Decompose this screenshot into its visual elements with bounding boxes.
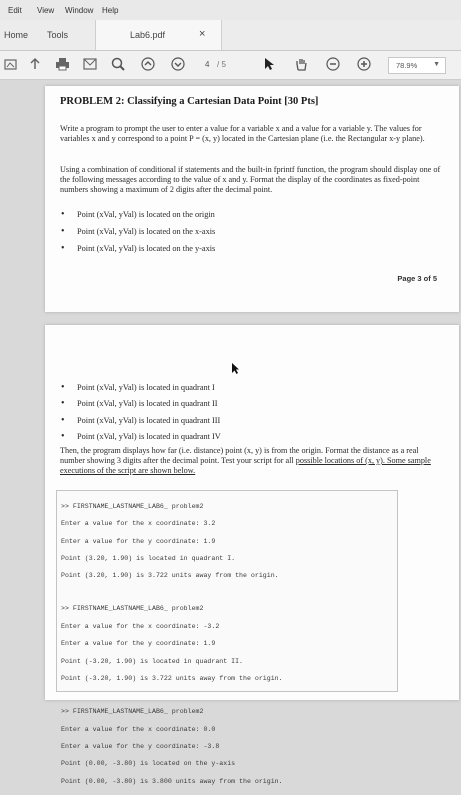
zoom-value: 78.9%: [396, 61, 418, 70]
terminal-line: Point (0.00, -3.80) is located on the y-…: [61, 760, 236, 768]
chevron-down-icon: ▼: [433, 61, 440, 68]
search-icon[interactable]: [110, 56, 126, 72]
select-cursor-icon[interactable]: [261, 56, 277, 72]
page-total: / 5: [217, 60, 226, 69]
tab-document[interactable]: Lab6.pdf ×: [95, 20, 222, 50]
menu-window[interactable]: Window: [65, 6, 93, 15]
tab-home[interactable]: Home: [4, 30, 28, 40]
zoom-in-icon[interactable]: [356, 56, 372, 72]
terminal-line: >> FIRSTNAME_LASTNAME_LAB6_ problem2: [61, 708, 204, 716]
terminal-line: >> FIRSTNAME_LASTNAME_LAB6_ problem2: [61, 502, 204, 510]
terminal-line: Enter a value for the y coordinate: 1.9: [61, 537, 216, 545]
toolbar: 4 / 5 78.9% ▼: [0, 51, 461, 80]
terminal-line: Enter a value for the x coordinate: 3.2: [61, 520, 216, 528]
terminal-line: Point (3.20, 1.90) is located in quadran…: [61, 554, 236, 562]
bullet-y-axis: Point (xVal, yVal) is located on the y-a…: [61, 243, 215, 254]
terminal-line: >> FIRSTNAME_LASTNAME_LAB6_ problem2: [61, 605, 204, 613]
bullet-origin: Point (xVal, yVal) is located on the ori…: [61, 209, 215, 220]
zoom-select[interactable]: 78.9% ▼: [388, 57, 446, 74]
upload-icon[interactable]: [27, 56, 43, 72]
cursor-arrow-icon: [231, 362, 240, 380]
terminal-line: Enter a value for the x coordinate: -3.2: [61, 622, 220, 630]
print-icon[interactable]: [54, 56, 70, 72]
tab-document-title: Lab6.pdf: [130, 30, 166, 40]
problem-paragraph-2: Using a combination of conditional if st…: [60, 165, 441, 194]
problem-title: PROBLEM 2: Classifying a Cartesian Data …: [60, 96, 319, 107]
next-page-icon[interactable]: [170, 56, 186, 72]
terminal-line: Enter a value for the y coordinate: 1.9: [61, 640, 216, 648]
hand-tool-icon[interactable]: [293, 56, 309, 72]
bullet-quadrant-4: Point (xVal, yVal) is located in quadran…: [61, 431, 221, 442]
problem-paragraph-1: Write a program to prompt the user to en…: [60, 124, 425, 143]
bullet-quadrant-1: Point (xVal, yVal) is located in quadran…: [61, 382, 215, 393]
zoom-out-icon[interactable]: [325, 56, 341, 72]
sample-output-block: >> FIRSTNAME_LASTNAME_LAB6_ problem2 Ent…: [56, 490, 398, 785]
page-label: Page 3 of 5: [397, 274, 437, 283]
terminal-line: Point (3.20, 1.90) is 3.722 units away f…: [61, 572, 279, 580]
tab-bar: Home Tools Lab6.pdf ×: [0, 20, 461, 51]
menu-bar: Edit View Window Help: [0, 0, 461, 20]
terminal-line: Point (-3.20, 1.90) is located in quadra…: [61, 657, 244, 665]
close-icon[interactable]: ×: [199, 28, 205, 40]
menu-help[interactable]: Help: [102, 6, 118, 15]
pdf-page-3: PROBLEM 2: Classifying a Cartesian Data …: [45, 86, 459, 312]
terminal-line: Point (-3.20, 1.90) is 3.722 units away …: [61, 675, 283, 683]
tab-tools[interactable]: Tools: [47, 30, 68, 40]
menu-view[interactable]: View: [37, 6, 54, 15]
bullet-x-axis: Point (xVal, yVal) is located on the x-a…: [61, 226, 215, 237]
terminal-line: Point (0.00, -3.80) is 3.800 units away …: [61, 777, 283, 785]
bullet-quadrant-3: Point (xVal, yVal) is located in quadran…: [61, 415, 220, 426]
previous-page-icon[interactable]: [140, 56, 156, 72]
email-icon[interactable]: [82, 56, 98, 72]
page-number-input[interactable]: 4: [205, 60, 209, 69]
bullet-quadrant-2: Point (xVal, yVal) is located in quadran…: [61, 398, 218, 409]
terminal-line: Enter a value for the x coordinate: 0.0: [61, 725, 216, 733]
menu-edit[interactable]: Edit: [8, 6, 22, 15]
distance-paragraph: Then, the program displays how far (i.e.…: [60, 446, 445, 476]
create-icon[interactable]: [2, 56, 18, 72]
terminal-line: Enter a value for the y coordinate: -3.8: [61, 742, 220, 750]
